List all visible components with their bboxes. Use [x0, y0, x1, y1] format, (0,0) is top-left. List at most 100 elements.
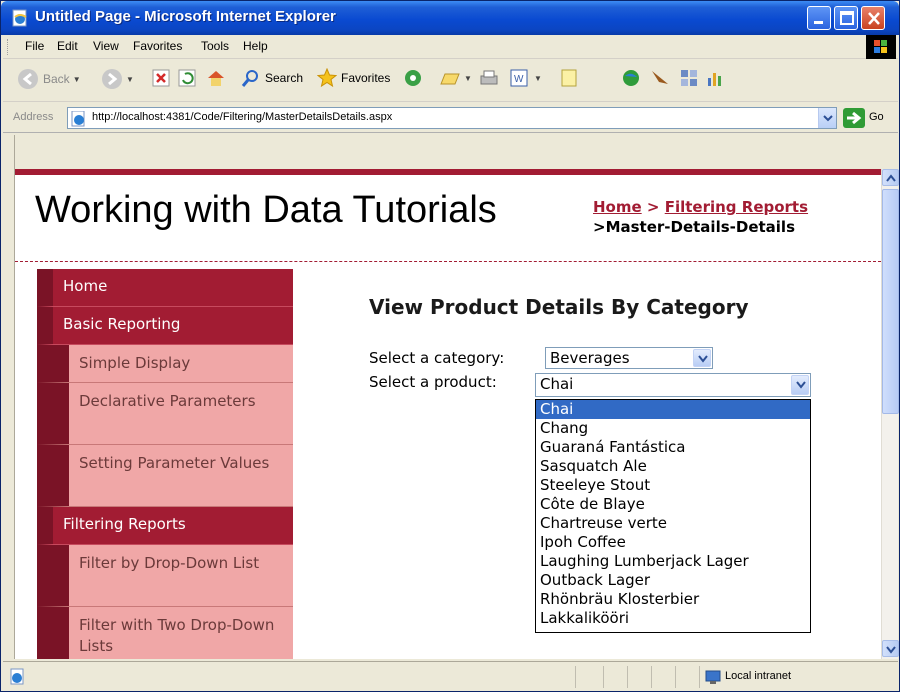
product-option[interactable]: Outback Lager — [536, 571, 810, 590]
status-cell — [603, 666, 627, 688]
product-option[interactable]: Steeleye Stout — [536, 476, 810, 495]
product-dropdown-button[interactable] — [791, 375, 809, 395]
menu-file[interactable]: File — [25, 39, 44, 53]
menu-bar: File Edit View Favorites Tools Help — [3, 35, 898, 59]
nav-item-simple-display[interactable]: Simple Display — [37, 345, 293, 383]
search-button[interactable]: Search — [241, 68, 303, 88]
chevron-down-icon: ▼ — [72, 74, 81, 84]
media-button[interactable] — [403, 68, 423, 88]
product-dropdown-list[interactable]: Chai Chang Guaraná Fantástica Sasquatch … — [535, 399, 811, 633]
menu-favorites[interactable]: Favorites — [133, 39, 182, 53]
site-title: Working with Data Tutorials — [35, 189, 497, 231]
history-button[interactable]: ▼ — [439, 68, 472, 88]
scroll-thumb[interactable] — [882, 189, 899, 414]
favorites-button[interactable]: Favorites — [317, 68, 390, 88]
category-dropdown-button[interactable] — [693, 349, 711, 367]
print-button[interactable] — [479, 68, 499, 88]
product-option[interactable]: Chartreuse verte — [536, 514, 810, 533]
category-label: Select a category: — [369, 349, 505, 367]
address-bar: Address http://localhost:4381/Code/Filte… — [3, 103, 898, 133]
page-icon — [71, 110, 87, 131]
print-icon — [480, 70, 498, 85]
product-option[interactable]: Ipoh Coffee — [536, 533, 810, 552]
page-status-icon — [9, 668, 27, 690]
nav-item-declarative-parameters[interactable]: Declarative Parameters — [37, 383, 293, 445]
edit-button[interactable]: W ▼ — [509, 68, 542, 88]
product-option[interactable]: Chang — [536, 419, 810, 438]
breadcrumb-home-link[interactable]: Home — [593, 198, 642, 216]
toolbar-grip[interactable] — [7, 39, 10, 55]
forward-arrow-icon — [102, 69, 122, 89]
header-stripe — [15, 169, 881, 175]
nav-item-filter-drop-down[interactable]: Filter by Drop-Down List — [37, 545, 293, 607]
product-option[interactable]: Rhönbräu Klosterbier — [536, 590, 810, 609]
close-button[interactable] — [861, 6, 885, 30]
extra-tool-button-2[interactable] — [705, 68, 725, 88]
extra-tool-button-1[interactable] — [679, 68, 699, 88]
product-option[interactable]: Sasquatch Ale — [536, 457, 810, 476]
refresh-icon — [178, 69, 196, 87]
scroll-up-button[interactable] — [882, 169, 899, 186]
nav-item-basic-reporting[interactable]: Basic Reporting — [37, 307, 293, 345]
intranet-icon — [705, 668, 723, 690]
menu-tools[interactable]: Tools — [201, 39, 229, 53]
breadcrumb-current: >Master-Details-Details — [593, 218, 795, 236]
maximize-button[interactable] — [834, 6, 858, 30]
forward-button[interactable]: ▼ — [101, 68, 134, 90]
status-cell — [675, 666, 699, 688]
toolbar-grid-icon — [681, 70, 697, 86]
vertical-scrollbar[interactable] — [881, 169, 899, 659]
product-option[interactable]: Guaraná Fantástica — [536, 438, 810, 457]
home-button[interactable] — [205, 68, 227, 88]
product-option[interactable]: Laughing Lumberjack Lager — [536, 552, 810, 571]
address-dropdown-button[interactable] — [818, 108, 836, 128]
chevron-up-icon — [886, 174, 896, 182]
standard-toolbar: Back ▼ ▼ Search Favorites ▼ W ▼ — [3, 60, 898, 102]
go-label[interactable]: Go — [869, 111, 884, 123]
product-option[interactable]: Côte de Blaye — [536, 495, 810, 514]
research-button[interactable] — [649, 68, 671, 88]
left-nav: Home Basic Reporting Simple Display Decl… — [37, 269, 293, 659]
nav-item-filter-two-drop-downs[interactable]: Filter with Two Drop-Down Lists — [37, 607, 293, 659]
browser-window: Untitled Page - Microsoft Internet Explo… — [0, 0, 900, 692]
product-select-value: Chai — [540, 375, 574, 393]
product-select[interactable]: Chai — [535, 373, 811, 397]
product-option[interactable]: Lakkalikööri — [536, 609, 810, 628]
back-button[interactable]: Back ▼ — [17, 68, 81, 90]
note-icon — [561, 69, 577, 87]
home-icon — [208, 71, 224, 86]
nav-item-setting-parameter-values[interactable]: Setting Parameter Values — [37, 445, 293, 507]
menu-edit[interactable]: Edit — [57, 39, 78, 53]
breadcrumb: Home > Filtering Reports >Master-Details… — [593, 197, 808, 237]
address-input[interactable]: http://localhost:4381/Code/Filtering/Mas… — [67, 107, 837, 129]
go-button[interactable] — [843, 108, 865, 128]
minimize-button[interactable] — [807, 6, 831, 30]
status-cell — [627, 666, 651, 688]
messenger-button[interactable] — [621, 68, 641, 88]
product-label: Select a product: — [369, 373, 497, 391]
title-bar[interactable]: Untitled Page - Microsoft Internet Explo… — [1, 1, 899, 35]
discuss-button[interactable] — [559, 68, 579, 88]
menu-view[interactable]: View — [93, 39, 119, 53]
page-viewport: Working with Data Tutorials Home > Filte… — [15, 169, 881, 659]
nav-item-filtering-reports[interactable]: Filtering Reports — [37, 507, 293, 545]
status-bar: Local intranet — [3, 661, 898, 691]
refresh-button[interactable] — [177, 68, 197, 88]
status-cell — [575, 666, 603, 688]
stop-button[interactable] — [151, 68, 171, 88]
category-select[interactable]: Beverages — [545, 347, 713, 369]
globe-icon — [623, 70, 639, 86]
breadcrumb-filtering-link[interactable]: Filtering Reports — [665, 198, 808, 216]
chevron-down-icon — [698, 355, 708, 363]
scroll-down-button[interactable] — [882, 640, 899, 657]
word-icon: W — [510, 69, 528, 87]
ie-page-icon — [11, 9, 29, 27]
product-option[interactable]: Chai — [536, 400, 810, 419]
menu-help[interactable]: Help — [243, 39, 268, 53]
toolbar-chart-icon — [708, 73, 721, 86]
window-frame-left — [3, 135, 15, 659]
category-select-value: Beverages — [550, 349, 630, 367]
favorites-label: Favorites — [341, 71, 391, 85]
nav-item-home[interactable]: Home — [37, 269, 293, 307]
header-divider — [15, 261, 881, 262]
